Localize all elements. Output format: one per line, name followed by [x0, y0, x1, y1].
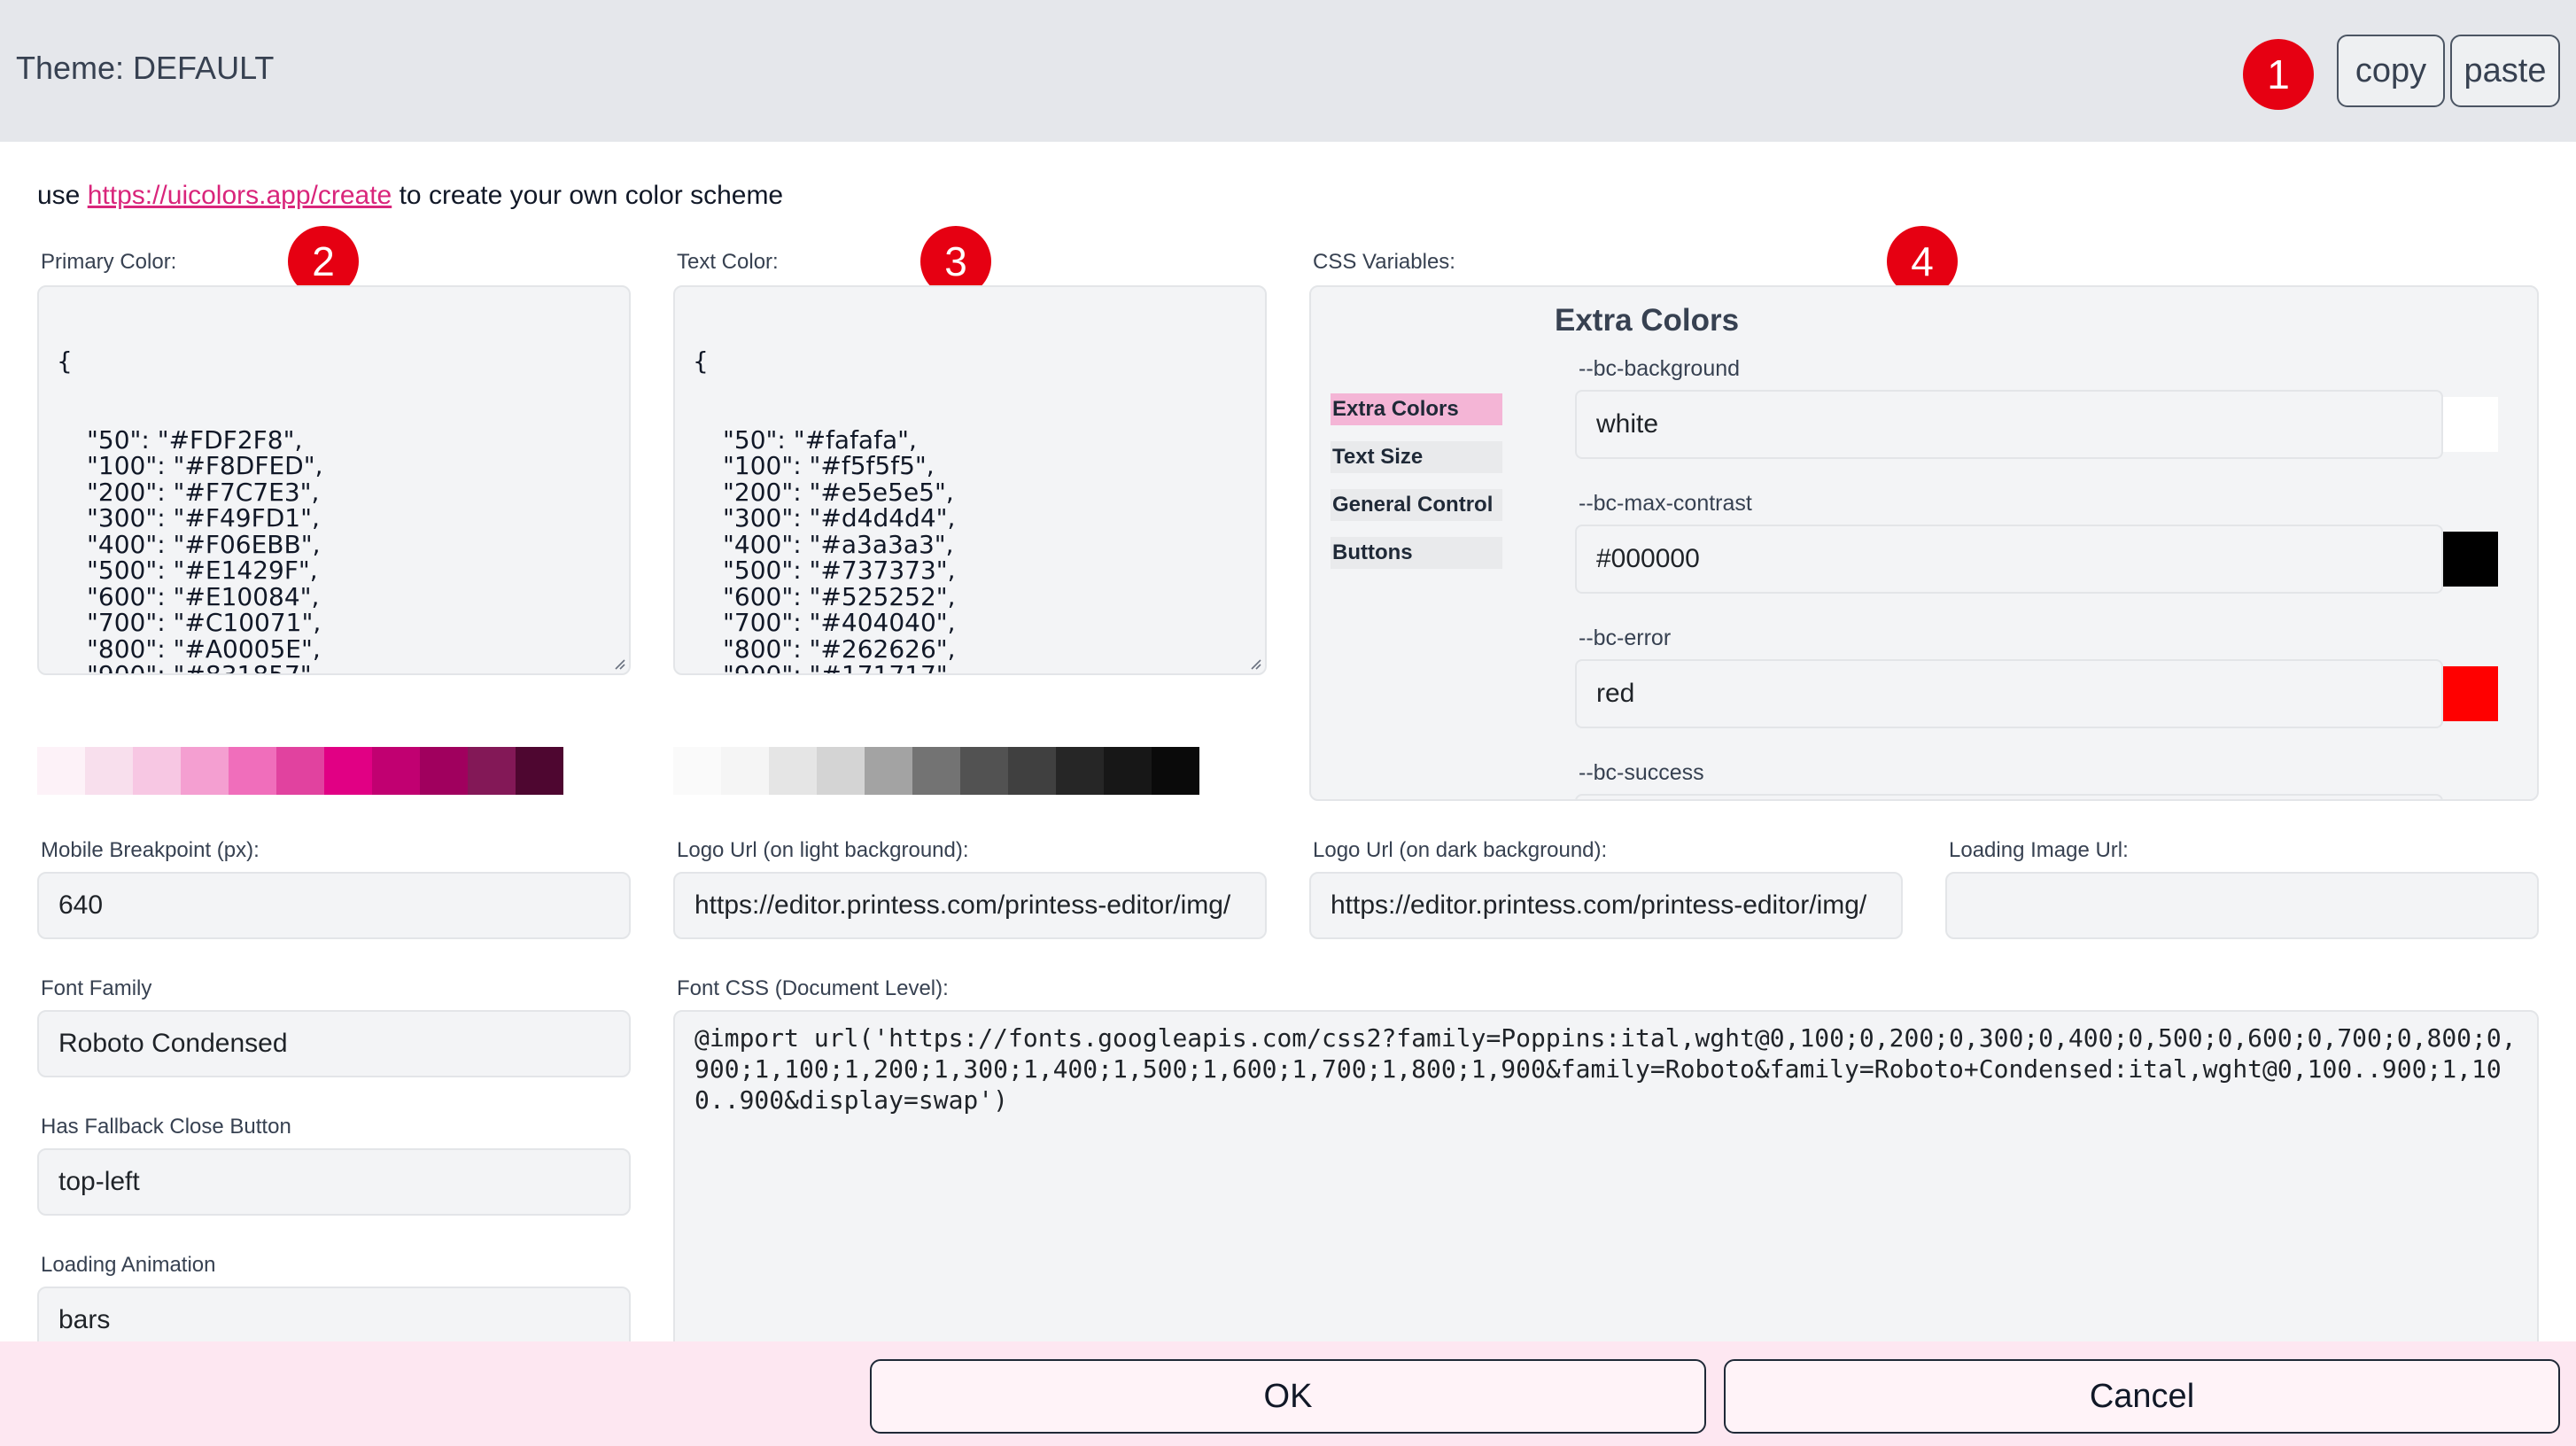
var-color-swatch[interactable]: [2443, 532, 2498, 587]
json-line: "400": "#F06EBB",: [87, 529, 321, 559]
color-swatch: [372, 747, 420, 795]
color-swatch: [420, 747, 468, 795]
color-swatch: [1056, 747, 1104, 795]
resize-handle-icon[interactable]: [611, 656, 625, 670]
json-line: "500": "#E1429F",: [87, 556, 318, 585]
json-line: "200": "#F7C7E3",: [87, 477, 320, 507]
json-line: "200": "#e5e5e5",: [723, 477, 954, 507]
color-swatch: [516, 747, 563, 795]
css-variables-label: CSS Variables:: [1313, 250, 1455, 274]
json-line: "600": "#525252",: [723, 581, 956, 611]
resize-handle-icon[interactable]: [1247, 656, 1261, 670]
cancel-button[interactable]: Cancel: [1724, 1359, 2560, 1434]
paste-button[interactable]: paste: [2450, 35, 2560, 107]
text-color-textarea[interactable]: { "50": "#fafafa", "100": "#f5f5f5", "200"…: [673, 285, 1267, 675]
color-swatch: [181, 747, 229, 795]
loading-animation-label: Loading Animation: [41, 1253, 216, 1277]
color-swatch: [85, 747, 133, 795]
var-label: --bc-error: [1579, 626, 1672, 650]
primary-color-json: "50": "#FDF2F8", "100": "#F8DFED", "200": …: [57, 424, 611, 675]
var-input[interactable]: [1575, 794, 2443, 799]
logo-dark-input[interactable]: https://editor.printess.com/printess-edi…: [1309, 872, 1903, 939]
json-line: "100": "#F8DFED",: [87, 451, 323, 480]
var-label: --bc-success: [1579, 760, 1704, 785]
hint-prefix: use: [37, 181, 88, 210]
var-label: --bc-background: [1579, 356, 1741, 381]
primary-color-textarea[interactable]: { "50": "#FDF2F8", "100": "#F8DFED", "200"…: [37, 285, 631, 675]
primary-color-label: Primary Color:: [41, 250, 177, 274]
loading-image-label: Loading Image Url:: [1949, 838, 2129, 862]
color-swatch: [769, 747, 817, 795]
color-swatch: [37, 747, 85, 795]
color-swatch: [1152, 747, 1199, 795]
nav-item-general-control[interactable]: General Control: [1331, 489, 1502, 521]
var-label: --bc-max-contrast: [1579, 491, 1752, 516]
annotation-marker-1: 1: [2243, 39, 2314, 110]
panel-title: Extra Colors: [1555, 303, 1740, 338]
color-swatch: [468, 747, 516, 795]
primary-color-swatches: [37, 747, 563, 795]
css-variables-panel: Extra Colors Extra Colors Text Size Gene…: [1309, 285, 2539, 801]
color-swatch: [276, 747, 324, 795]
mobile-breakpoint-label: Mobile Breakpoint (px):: [41, 838, 260, 862]
json-line: "800": "#A0005E",: [87, 634, 321, 664]
json-open-brace: {: [693, 346, 709, 376]
json-line: "900": "#171717",: [723, 660, 956, 675]
fallback-close-select[interactable]: top-left: [37, 1148, 631, 1216]
nav-item-extra-colors[interactable]: Extra Colors: [1331, 393, 1502, 425]
text-color-swatches: [673, 747, 1199, 795]
logo-light-label: Logo Url (on light background):: [677, 838, 969, 862]
json-line: "300": "#d4d4d4",: [723, 503, 956, 533]
font-family-input[interactable]: Roboto Condensed: [37, 1010, 631, 1077]
mobile-breakpoint-input[interactable]: 640: [37, 872, 631, 939]
color-scheme-hint: use https://uicolors.app/create to creat…: [37, 181, 783, 211]
json-line: "50": "#fafafa",: [723, 424, 917, 455]
color-swatch: [133, 747, 181, 795]
logo-light-input[interactable]: https://editor.printess.com/printess-edi…: [673, 872, 1267, 939]
theme-title: Theme: DEFAULT: [16, 50, 275, 86]
hint-suffix: to create your own color scheme: [392, 181, 784, 210]
logo-dark-label: Logo Url (on dark background):: [1313, 838, 1608, 862]
color-swatch: [229, 747, 276, 795]
copy-button[interactable]: copy: [2337, 35, 2445, 107]
color-swatch: [912, 747, 960, 795]
color-swatch: [865, 747, 912, 795]
var-input[interactable]: red: [1575, 659, 2443, 728]
json-line: "600": "#E10084",: [87, 581, 320, 611]
json-line: "700": "#C10071",: [87, 608, 322, 637]
color-swatch: [721, 747, 769, 795]
loading-image-input[interactable]: [1945, 872, 2539, 939]
json-line: "800": "#262626",: [723, 634, 956, 664]
fallback-close-label: Has Fallback Close Button: [41, 1115, 291, 1139]
json-line: "900": "#831857",: [87, 660, 320, 675]
var-input[interactable]: white: [1575, 390, 2443, 459]
json-open-brace: {: [57, 346, 73, 376]
theme-header: Theme: DEFAULT 1 copy paste: [0, 0, 2576, 142]
var-input[interactable]: #000000: [1575, 525, 2443, 594]
font-family-label: Font Family: [41, 976, 152, 1000]
color-swatch: [1104, 747, 1152, 795]
json-line: "700": "#404040",: [723, 608, 956, 637]
text-color-label: Text Color:: [677, 250, 779, 274]
json-line: "100": "#f5f5f5",: [723, 451, 935, 480]
json-line: "50": "#FDF2F8",: [87, 424, 303, 455]
color-swatch: [1008, 747, 1056, 795]
var-color-swatch[interactable]: [2443, 397, 2498, 452]
json-line: "300": "#F49FD1",: [87, 503, 320, 533]
color-swatch: [817, 747, 865, 795]
json-line: "500": "#737373",: [723, 556, 956, 585]
ok-button[interactable]: OK: [870, 1359, 1706, 1434]
color-swatch: [324, 747, 372, 795]
color-swatch: [673, 747, 721, 795]
uicolors-link[interactable]: https://uicolors.app/create: [88, 181, 392, 210]
var-color-swatch[interactable]: [2443, 666, 2498, 721]
color-swatch: [960, 747, 1008, 795]
nav-item-buttons[interactable]: Buttons: [1331, 537, 1502, 569]
nav-item-text-size[interactable]: Text Size: [1331, 441, 1502, 473]
font-css-label: Font CSS (Document Level):: [677, 976, 949, 1000]
text-color-json: "50": "#fafafa", "100": "#f5f5f5", "200": …: [693, 424, 1247, 675]
json-line: "400": "#a3a3a3",: [723, 529, 954, 559]
dialog-footer: OK Cancel: [0, 1341, 2576, 1446]
